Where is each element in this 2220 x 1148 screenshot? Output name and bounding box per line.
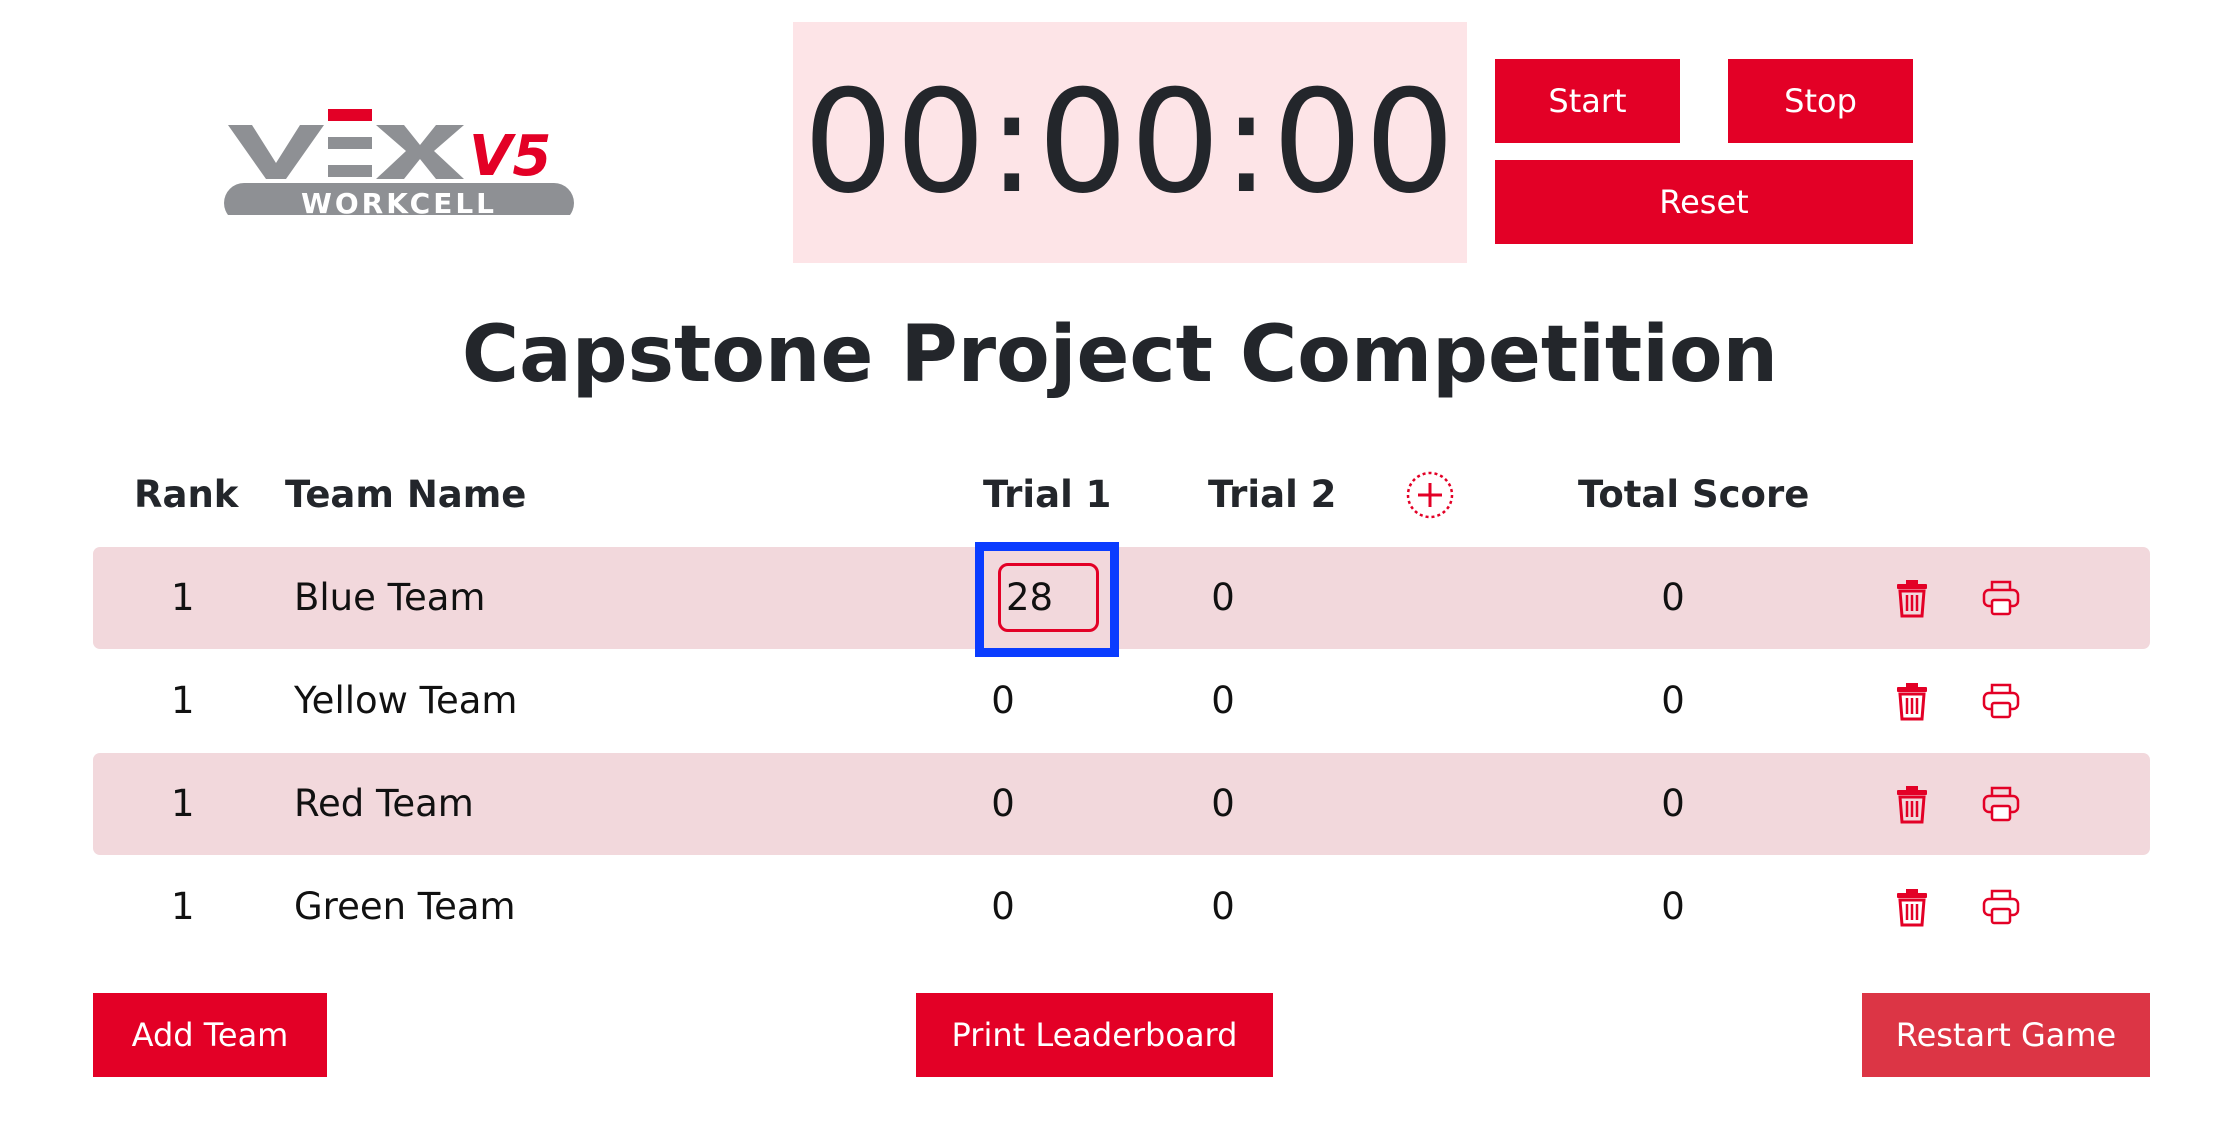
reset-button[interactable]: Reset	[1495, 160, 1913, 244]
trial-2-score-cell[interactable]: 0	[1193, 856, 1253, 958]
rank-cell: 1	[171, 679, 195, 722]
total-score-cell: 0	[1661, 782, 1685, 825]
printer-icon[interactable]	[1981, 681, 2021, 721]
start-button[interactable]: Start	[1495, 59, 1680, 143]
total-score-cell: 0	[1661, 885, 1685, 928]
timer-display: 00:00:00	[793, 22, 1467, 263]
page-title: Capstone Project Competition	[461, 310, 1779, 400]
header-rank: Rank	[134, 473, 239, 516]
header-team-name: Team Name	[285, 473, 527, 516]
printer-icon[interactable]	[1981, 887, 2021, 927]
trial-2-score-cell[interactable]: 0	[1193, 547, 1253, 649]
trash-icon[interactable]	[1892, 784, 1932, 824]
logo-product-text: WORKCELL	[301, 187, 497, 215]
team-name-cell[interactable]: Yellow Team	[294, 650, 517, 752]
total-score-cell: 0	[1661, 576, 1685, 619]
trial-1-score-cell[interactable]: 0	[973, 753, 1033, 855]
rank-cell: 1	[171, 576, 195, 619]
trial-2-score-cell[interactable]: 0	[1193, 753, 1253, 855]
table-row: 1 Yellow Team 0 0 0	[93, 650, 2150, 752]
add-trial-plus-circle-icon[interactable]	[1405, 470, 1455, 520]
rank-cell: 1	[171, 782, 195, 825]
trial-2-score-cell[interactable]: 0	[1193, 650, 1253, 752]
team-name-cell[interactable]: Blue Team	[294, 547, 485, 649]
add-team-button[interactable]: Add Team	[93, 993, 327, 1077]
trash-icon[interactable]	[1892, 578, 1932, 618]
header-trial-2: Trial 2	[1208, 473, 1337, 516]
trial-1-score-cell[interactable]: 0	[973, 650, 1033, 752]
stop-button[interactable]: Stop	[1728, 59, 1913, 143]
header-total-score: Total Score	[1578, 473, 1810, 516]
printer-icon[interactable]	[1981, 578, 2021, 618]
restart-game-button[interactable]: Restart Game	[1862, 993, 2150, 1077]
vex-v5-workcell-logo: V5 WORKCELL	[224, 109, 574, 215]
printer-icon[interactable]	[1981, 784, 2021, 824]
print-leaderboard-button[interactable]: Print Leaderboard	[916, 993, 1273, 1077]
rank-cell: 1	[171, 885, 195, 928]
team-name-cell[interactable]: Green Team	[294, 856, 516, 958]
trash-icon[interactable]	[1892, 681, 1932, 721]
trial-1-score-input[interactable]	[998, 563, 1099, 632]
header-trial-1: Trial 1	[983, 473, 1112, 516]
table-row: 1 Red Team 0 0 0	[93, 753, 2150, 855]
team-name-cell[interactable]: Red Team	[294, 753, 474, 855]
trash-icon[interactable]	[1892, 887, 1932, 927]
table-row: 1 Blue Team 0 0	[93, 547, 2150, 649]
logo-version-text: V5	[469, 124, 551, 189]
total-score-cell: 0	[1661, 679, 1685, 722]
table-row: 1 Green Team 0 0 0	[93, 856, 2150, 958]
trial-1-score-cell[interactable]: 0	[973, 856, 1033, 958]
